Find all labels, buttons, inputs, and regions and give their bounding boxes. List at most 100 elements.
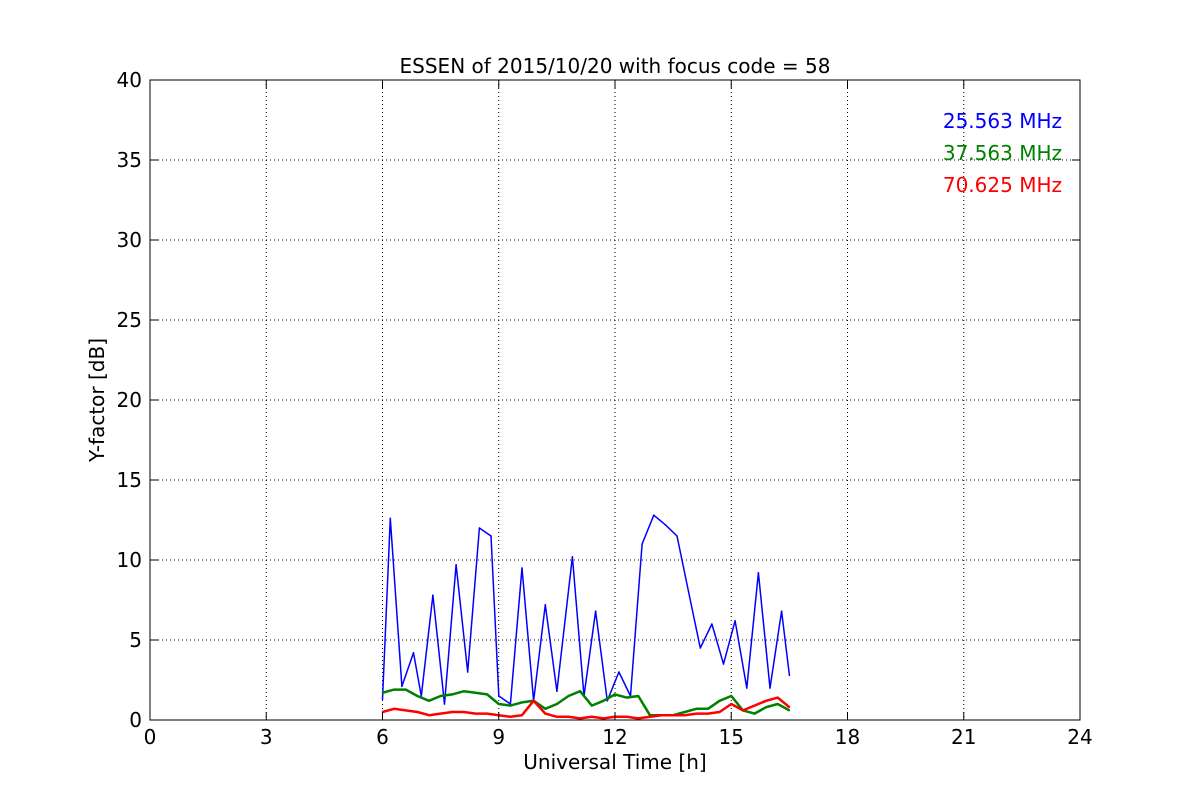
series-1-point (401, 685, 403, 688)
series-1-point (412, 652, 415, 654)
series-3-point (474, 712, 477, 715)
series-1-point (571, 556, 574, 558)
x-tick-label: 15 (719, 725, 744, 749)
series-3-point (707, 712, 709, 715)
series-2-point (416, 695, 419, 697)
series-3-point (776, 696, 779, 699)
series-3-point (683, 714, 686, 716)
series-3-point (556, 716, 558, 718)
series-2-point (521, 701, 523, 704)
series-2-point (602, 700, 605, 702)
series-1-point (618, 671, 620, 673)
series-3-point (753, 704, 756, 707)
series-3-point (567, 716, 570, 718)
series-3-point (590, 716, 593, 718)
series-1-point (745, 687, 748, 689)
series-2-point (683, 711, 686, 713)
series-3-point (439, 712, 442, 715)
series-1-point (443, 703, 446, 705)
y-tick-label: 25 (117, 308, 142, 332)
series-3-point (544, 712, 547, 715)
series-3-point (788, 706, 791, 708)
x-tick-label: 21 (951, 725, 976, 749)
series-3-point (660, 714, 663, 716)
series-1-point (652, 514, 655, 516)
series-line-1 (381, 514, 791, 705)
series-1-point (497, 695, 500, 697)
series-2-point (625, 696, 628, 699)
series-3-point (602, 717, 605, 720)
chart-title: ESSEN of 2015/10/20 with focus code = 58 (400, 54, 831, 78)
y-tick-label: 40 (117, 68, 142, 92)
series-1-point (676, 535, 678, 537)
series-3-point (637, 717, 640, 720)
series-1-point (381, 698, 384, 700)
series-2-point (556, 703, 558, 705)
series-3-point (486, 712, 488, 715)
series-2-point (707, 708, 709, 710)
y-tick-label: 20 (117, 388, 142, 412)
series-1-point (687, 591, 690, 593)
series-3-point (742, 709, 744, 712)
series-3-point (625, 716, 628, 718)
series-1-point (788, 674, 791, 676)
legend-entry-2: 37.563 MHz (943, 141, 1062, 165)
series-1-point (780, 610, 783, 612)
series-2-point (776, 703, 779, 705)
series-2-point (765, 706, 767, 708)
series-1-point (641, 543, 643, 545)
series-group (381, 514, 791, 720)
series-1-point (734, 620, 736, 622)
series-2-point (544, 708, 547, 710)
series-1-point (594, 610, 597, 612)
series-3-point (672, 714, 674, 716)
series-2-point (393, 688, 395, 691)
y-tick-label: 5 (129, 628, 142, 652)
series-1-point (455, 564, 457, 566)
series-1-point (769, 687, 771, 689)
series-1-point (432, 594, 434, 596)
series-2-point (381, 692, 384, 694)
line-chart: ESSEN of 2015/10/20 with focus code = 58… (85, 54, 1093, 774)
x-tick-label: 9 (492, 725, 505, 749)
series-2-point (463, 690, 465, 692)
y-tick-label: 30 (117, 228, 142, 252)
x-tick-label: 24 (1067, 725, 1092, 749)
series-2-point (404, 688, 407, 691)
series-1-point (478, 527, 481, 529)
series-2-point (695, 708, 698, 710)
series-1-point (466, 671, 469, 673)
series-2-point (439, 695, 442, 697)
series-2-point (567, 695, 570, 697)
series-3-point (428, 714, 430, 716)
legend-entry-3: 70.625 MHz (943, 173, 1062, 197)
series-3-point (765, 700, 767, 702)
y-axis-label: Y-factor [dB] (85, 338, 109, 463)
series-3-point (509, 716, 512, 718)
series-3-point (393, 708, 395, 710)
series-3-point (451, 711, 454, 713)
series-3-point (521, 714, 523, 716)
series-2-point (509, 704, 512, 707)
series-1-point (490, 535, 492, 537)
chart-container: ESSEN of 2015/10/20 with focus code = 58… (0, 0, 1200, 800)
y-tick-label: 15 (117, 468, 142, 492)
x-tick-label: 0 (144, 725, 157, 749)
series-3-point (579, 717, 581, 720)
series-2-point (579, 690, 581, 692)
series-1-point (711, 623, 713, 625)
series-3-point (463, 711, 465, 713)
series-1-point (556, 690, 558, 692)
y-tick-label: 10 (117, 548, 142, 572)
series-2-point (730, 695, 733, 697)
x-tick-label: 12 (602, 725, 627, 749)
series-3-point (649, 716, 651, 718)
series-2-point (428, 700, 430, 702)
series-1-point (389, 517, 392, 520)
series-1-point (544, 604, 547, 606)
y-tick-label: 35 (117, 148, 142, 172)
series-1-point (722, 663, 725, 665)
series-1-point (521, 567, 523, 569)
series-2-point (474, 692, 477, 694)
series-3-point (532, 700, 535, 702)
